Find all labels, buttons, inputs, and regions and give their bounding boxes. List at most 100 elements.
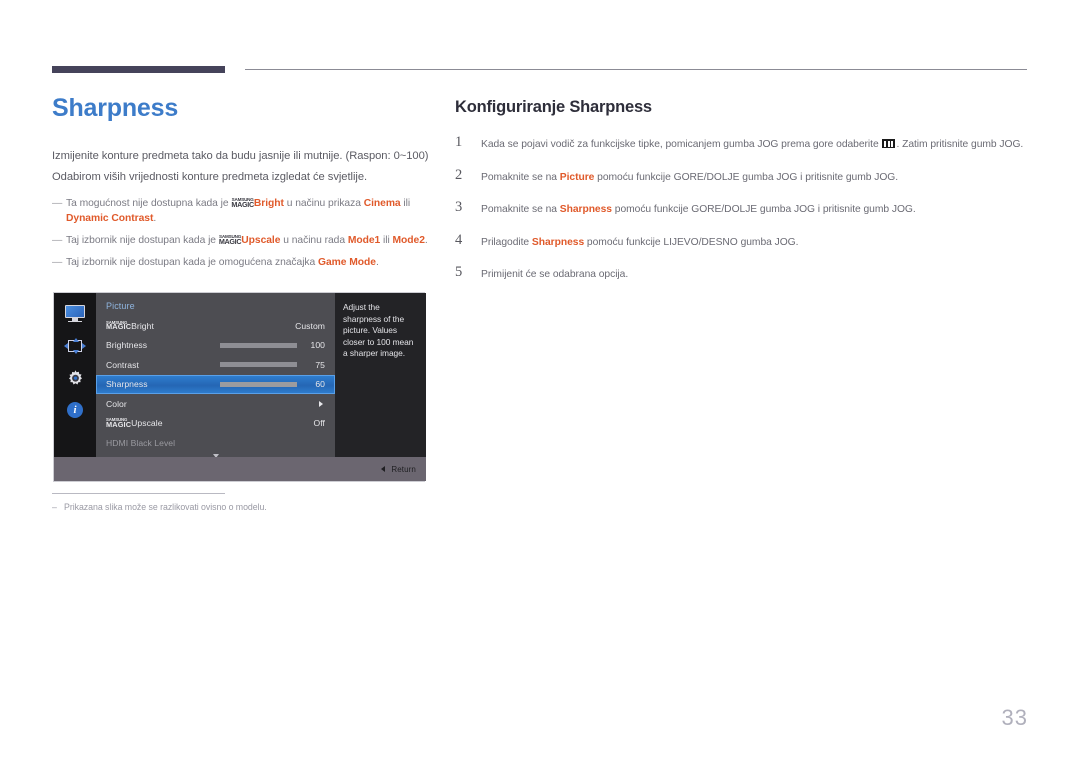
osd-row-magicbright[interactable]: SAMSUNG MAGIC Bright Custom [96,316,335,336]
left-column: Sharpness Izmijenite konture predmeta ta… [52,94,432,277]
step-text-pre: Primijenit će se odabrana opcija. [481,269,629,280]
body-paragraph-2: Odabirom viših vrijednosti konture predm… [52,170,368,183]
step-number: 1 [455,134,463,150]
step-text-pre: Pomaknite se na [481,171,560,183]
arrow-down [73,350,80,354]
step-keyword: Picture [559,171,595,183]
note-text-mid: u načinu prikaza [283,197,364,209]
menu-bars-icon [882,139,896,148]
info-glyph: i [67,402,83,418]
osd-row-label: Brightness [106,340,148,351]
monitor-base [68,320,82,323]
osd-row-label: Contrast [106,359,139,370]
samsung-magic-logo: SAMSUNG MAGIC [106,320,132,332]
note-item: — Taj izbornik nije dostupan kada je omog… [52,255,432,270]
chevron-right-icon [319,400,323,407]
note-keyword-mode1: Mode1 [347,234,381,246]
page-number: 33 [1001,705,1028,730]
note-text-pre: Taj izbornik nije dostupan kada je omogu… [66,256,319,268]
step-text-pre: Prilagodite [481,236,532,248]
note-text-post: . [424,234,428,246]
osd-row-value: 60 [315,379,325,390]
step-number: 4 [455,231,463,248]
logo-line-2: MAGIC [106,322,132,332]
step-number: 5 [455,264,463,280]
note-dash: — [52,256,63,268]
step-text-post: . Zatim pritisnite gumb JOG. [896,139,1024,150]
body-paragraph-1: Izmijenite konture predmeta tako da budu… [52,149,429,162]
step-text-post: pomoću funkcije LIJEVO/DESNO gumba JOG. [584,236,799,248]
osd-sidebar: i [54,293,96,459]
osd-row-color[interactable]: Color [96,394,335,414]
step-text-pre: Pomaknite se na [481,204,560,215]
osd-return-label[interactable]: Return [391,465,416,474]
step-text-post: pomoću funkcije GORE/DOLJE gumba JOG i p… [611,204,916,215]
footnote-rule [52,493,225,494]
step-item-3: 3 Pomaknite se na Sharpness pomoću funkci… [455,200,1027,217]
logo-line-2: MAGIC [231,199,254,209]
samsung-magic-logo: SAMSUNG MAGIC [106,417,132,429]
contrast-slider[interactable] [220,362,297,368]
footnote-text: Prikazana slika može se razlikovati ovis… [64,502,267,512]
arrow-right [82,342,86,349]
step-item-1: 1 Kada se pojavi vodič za funkcijske tipk… [455,134,1027,152]
osd-row-value: 100 [310,340,325,351]
logo-line-2: MAGIC [106,419,132,429]
note-text-pre: Taj izbornik nije dostupan kada je [66,234,219,246]
logo-line-2: MAGIC [218,236,242,246]
note-keyword-game-mode: Game Mode [318,256,376,268]
header-rule [245,69,1027,70]
note-text-mid2: ili [400,197,411,209]
osd-row-label: SAMSUNG MAGIC Bright [106,320,154,332]
samsung-magic-logo: SAMSUNG MAGIC [231,197,254,209]
header-accent-bar [52,66,225,73]
osd-bottom-bar: Return [54,457,426,481]
osd-menu-rows: SAMSUNG MAGIC Bright Custom Brightness 100… [96,316,335,453]
osd-icon-list: i [54,305,96,419]
note-text-mid2: ili [380,234,393,246]
notes-list: — Ta mogućnost nije dostupna kada je SAMS… [52,196,432,270]
osd-menu-title: Picture [106,301,135,311]
note-text-mid: u načinu rada [280,234,348,246]
back-arrow-icon [381,466,386,472]
note-item: — Ta mogućnost nije dostupna kada je SAMS… [52,196,432,226]
osd-menu-panel: Picture SAMSUNG MAGIC Bright Custom Bright… [96,293,335,459]
note-keyword-dynamic-contrast: Dynamic Contrast [66,212,154,224]
step-keyword: Sharpness [559,204,612,215]
note-keyword-mode2: Mode2 [392,234,425,246]
brightness-slider[interactable] [220,342,297,348]
gear-icon[interactable] [64,369,86,387]
sharpness-slider[interactable] [220,381,297,387]
screen-adjust-icon[interactable] [64,337,86,355]
osd-row-sharpness[interactable]: Sharpness 60 [96,374,335,394]
note-dash: — [52,234,63,246]
arrow-left [64,342,68,349]
samsung-magic-logo: SAMSUNG MAGIC [218,234,242,246]
note-text-post: . [375,256,379,268]
step-keyword: Sharpness [531,236,585,248]
step-text-post: pomoću funkcije GORE/DOLJE gumba JOG i p… [594,171,899,183]
osd-row-contrast[interactable]: Contrast 75 [96,355,335,375]
osd-row-magicupscale[interactable]: SAMSUNG MAGIC Upscale Off [96,414,335,434]
osd-row-value: 75 [315,359,325,370]
step-number: 2 [455,166,463,183]
osd-help-panel: Adjust the sharpness of the picture. Val… [335,293,426,459]
osd-row-value: Custom [295,320,325,331]
osd-row-label-text: Upscale [131,418,163,429]
right-column: Konfiguriranje Sharpness 1 Kada se pojavi… [455,98,1027,300]
osd-row-label: SAMSUNG MAGIC Upscale [106,417,163,429]
osd-row-brightness[interactable]: Brightness 100 [96,336,335,356]
osd-row-label: Sharpness [106,379,148,390]
osd-menu-screenshot: i Picture SAMSUNG MAGIC Bright Custom Brig… [53,292,426,482]
step-item-4: 4 Prilagodite Sharpness pomoću funkcije L… [455,231,1027,250]
step-item-2: 2 Pomaknite se na Picture pomoću funkcije… [455,166,1027,185]
info-icon[interactable]: i [64,401,86,419]
monitor-icon[interactable] [64,305,86,323]
note-item: — Taj izbornik nije dostupan kada je SAMS… [52,233,432,248]
step-item-5: 5 Primijenit će se odabrana opcija. [455,264,1027,282]
document-page: Sharpness Izmijenite konture predmeta ta… [0,0,1080,763]
osd-row-label-text: Bright [131,320,154,331]
osd-row-value: Off [313,418,325,429]
footnote-dash: – [52,502,57,512]
note-text-post: . [153,212,157,224]
